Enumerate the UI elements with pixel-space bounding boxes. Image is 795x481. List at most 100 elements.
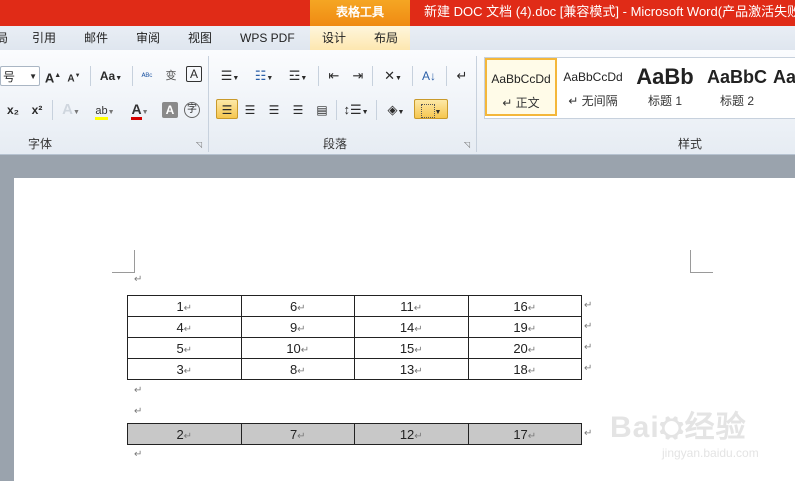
font-color-button[interactable]: A▼ — [126, 100, 154, 120]
show-paragraph-marks-icon[interactable]: ↵ — [452, 66, 472, 86]
table-cell[interactable]: 10↵ — [240, 337, 355, 359]
change-case-button[interactable]: Aa▼ — [96, 66, 126, 86]
tab-mailings[interactable]: 邮件 — [84, 26, 108, 50]
table-cell[interactable]: 7↵ — [240, 423, 355, 445]
table-cell[interactable]: 18↵ — [467, 358, 582, 380]
table-cell[interactable]: 6↵ — [240, 295, 355, 317]
table-cell[interactable]: 17↵ — [467, 423, 582, 445]
highlight-color-button[interactable]: ab▼ — [90, 100, 120, 120]
table-cell[interactable]: 16↵ — [467, 295, 582, 317]
style-normal-label: ↵ 正文 — [502, 96, 540, 110]
numbering-icon[interactable]: ☷▼ — [250, 66, 278, 86]
cell-value: 3 — [176, 361, 184, 377]
enclose-characters-icon[interactable]: 字 — [184, 102, 200, 118]
superscript-icon[interactable]: x² — [28, 100, 46, 120]
style-heading-1-label: 标题 1 — [647, 94, 682, 108]
table-cell[interactable]: 11↵ — [354, 295, 469, 317]
shrink-font-button[interactable]: A▼ — [66, 66, 82, 86]
align-left-icon[interactable]: ☰ — [216, 99, 238, 119]
grow-font-button[interactable]: A▲ — [44, 66, 62, 86]
separator — [90, 66, 91, 86]
style-heading-2-sample: AaBbC — [706, 67, 767, 87]
clear-formatting-icon[interactable]: ᴬᴮᶜ — [138, 66, 156, 86]
paragraph-dialog-launcher-icon[interactable]: ◹ — [464, 140, 470, 149]
decrease-indent-icon[interactable]: ⇤ — [324, 66, 344, 86]
table-cell[interactable]: 1↵ — [127, 295, 242, 317]
table-row: 1↵ 6↵ 11↵ 16↵ — [127, 295, 582, 317]
bullets-icon[interactable]: ☰▼ — [216, 66, 244, 86]
tab-review[interactable]: 审阅 — [136, 26, 160, 50]
cell-value: 5 — [176, 340, 184, 356]
table-cell[interactable]: 8↵ — [240, 358, 355, 380]
style-heading-2[interactable]: AaBbC 标题 2 — [701, 58, 773, 116]
shrink-font-icon: A — [67, 73, 75, 85]
cell-end-mark: ↵ — [183, 302, 193, 314]
table-cell[interactable]: 19↵ — [467, 316, 582, 338]
cell-end-mark: ↵ — [297, 323, 306, 335]
multilevel-list-icon[interactable]: ☲▼ — [284, 66, 312, 86]
justify-icon[interactable]: ☰ — [288, 100, 308, 120]
style-no-spacing-label: ↵ 无间隔 — [568, 94, 618, 108]
tab-layout-partial[interactable]: 局 — [0, 26, 8, 50]
table-row: 3↵ 8↵ 13↵ 18↵ — [127, 358, 582, 380]
character-shading-icon[interactable]: A — [162, 102, 178, 118]
table-cell[interactable]: 5↵ — [127, 337, 242, 359]
cell-end-mark: ↵ — [527, 430, 537, 442]
tab-wps-pdf[interactable]: WPS PDF — [240, 26, 295, 50]
font-dialog-launcher-icon[interactable]: ◹ — [196, 140, 202, 149]
style-no-spacing-sample: AaBbCcDd — [563, 70, 623, 84]
styles-group-label: 样式 — [677, 137, 702, 151]
cell-value: 4 — [176, 319, 184, 335]
table-cell[interactable]: 12↵ — [354, 423, 469, 445]
row-end-mark: ↵ — [584, 428, 593, 439]
text-effects-icon[interactable]: A▼ — [58, 100, 84, 120]
cell-end-mark: ↵ — [300, 344, 310, 356]
table-cell[interactable]: 4↵ — [127, 316, 242, 338]
style-title-partial[interactable]: Aa — [773, 58, 795, 116]
increase-indent-icon[interactable]: ⇥ — [348, 66, 368, 86]
subscript-icon[interactable]: x₂ — [4, 100, 22, 120]
character-border-icon[interactable]: A — [186, 66, 202, 82]
style-normal[interactable]: AaBbCcDd ↵ 正文 — [485, 58, 557, 116]
phonetic-guide-icon[interactable]: 变 — [162, 66, 180, 86]
separator — [52, 100, 53, 120]
tab-design[interactable]: 设计 — [322, 26, 346, 50]
cell-end-mark: ↵ — [527, 323, 537, 335]
table-cell[interactable]: 9↵ — [240, 316, 355, 338]
align-center-icon[interactable]: ☰ — [240, 100, 260, 120]
separator — [372, 66, 373, 86]
shading-icon[interactable]: ◈▼ — [382, 100, 410, 120]
cell-end-mark: ↵ — [527, 302, 537, 314]
data-table-2-selected[interactable]: 2↵ 7↵ 12↵ 17↵ — [127, 423, 582, 445]
cell-end-mark: ↵ — [414, 365, 423, 377]
style-no-spacing[interactable]: AaBbCcDd ↵ 无间隔 — [557, 58, 629, 116]
grow-font-icon: A — [44, 70, 55, 86]
table-cell[interactable]: 3↵ — [127, 358, 242, 380]
style-heading-1[interactable]: AaBb 标题 1 — [629, 58, 701, 116]
cell-end-mark: ↵ — [297, 365, 306, 377]
line-spacing-icon[interactable]: ↕☰▼ — [342, 100, 370, 120]
tab-references[interactable]: 引用 — [32, 26, 56, 50]
tab-view[interactable]: 视图 — [188, 26, 212, 50]
cell-value: 11 — [400, 298, 414, 314]
table-cell[interactable]: 13↵ — [354, 358, 469, 380]
cell-end-mark: ↵ — [527, 365, 537, 377]
borders-icon — [420, 103, 435, 118]
table-cell[interactable]: 2↵ — [127, 423, 242, 445]
tab-table-layout[interactable]: 布局 — [374, 26, 398, 50]
cell-end-mark: ↵ — [414, 344, 423, 356]
table-cell[interactable]: 14↵ — [354, 316, 469, 338]
cell-value: 12 — [399, 426, 415, 442]
distributed-icon[interactable]: ▤ — [312, 100, 332, 120]
table-row: 5↵ 10↵ 15↵ 20↵ — [127, 337, 582, 359]
sort-icon[interactable]: A↓ — [418, 66, 440, 86]
table-cell[interactable]: 20↵ — [467, 337, 582, 359]
borders-button[interactable]: ▼ — [414, 99, 448, 119]
align-right-icon[interactable]: ☰ — [264, 100, 284, 120]
font-size-select[interactable]: 号 ▼ — [0, 66, 40, 86]
chinese-layout-icon[interactable]: ✕▼ — [378, 66, 408, 86]
data-table-1[interactable]: 1↵ 6↵ 11↵ 16↵ 4↵ 9↵ 14↵ 19↵ 5↵ 10↵ 15↵ 20↵ 3↵ 8↵ 13↵ 18… — [127, 295, 582, 380]
table-cell[interactable]: 15↵ — [354, 337, 469, 359]
paragraph-group-label: 段落 — [322, 137, 347, 151]
paragraph-mark: ↵ — [134, 385, 143, 396]
